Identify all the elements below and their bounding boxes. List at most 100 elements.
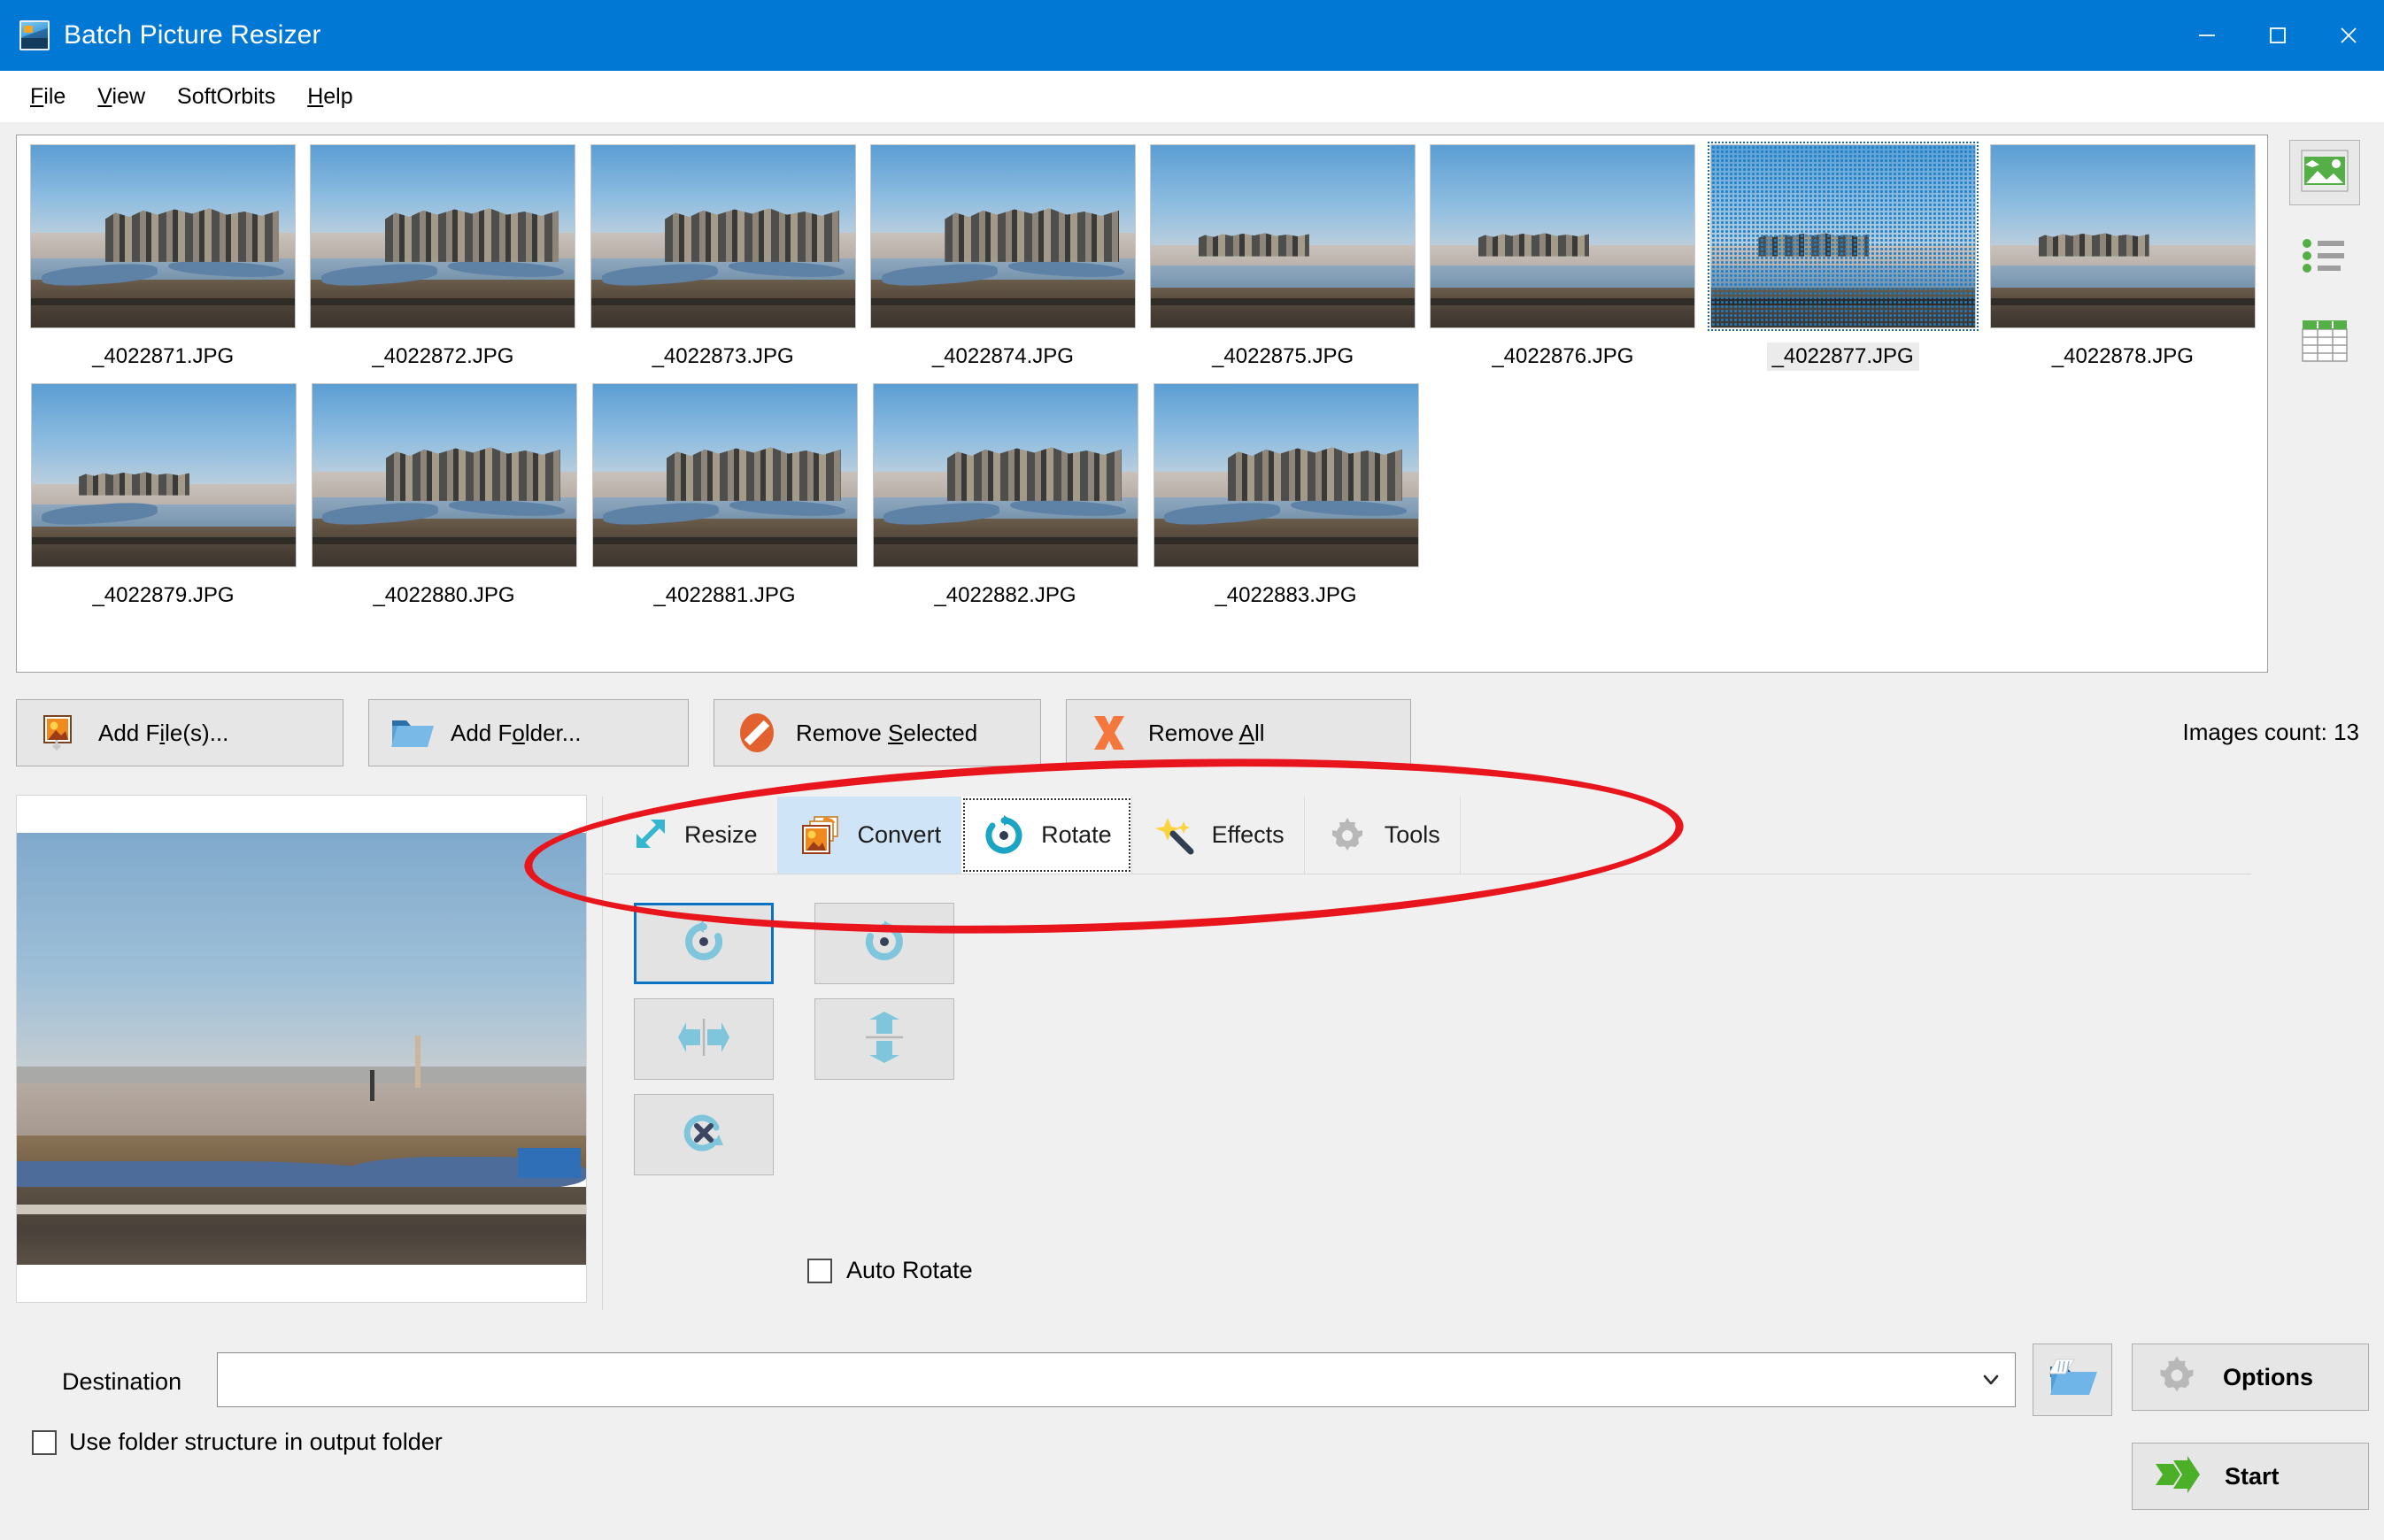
thumbnail-image bbox=[1430, 144, 1696, 328]
auto-rotate-checkbox[interactable] bbox=[807, 1258, 832, 1283]
remove-all-button[interactable]: Remove All bbox=[1066, 699, 1411, 766]
title-bar: Batch Picture Resizer bbox=[0, 0, 2384, 71]
options-button[interactable]: Options bbox=[2132, 1344, 2369, 1411]
list-item[interactable]: _4022883.JPG bbox=[1150, 383, 1422, 610]
thumbnail-caption: _4022875.JPG bbox=[1212, 344, 1354, 368]
options-label: Options bbox=[2223, 1363, 2313, 1390]
add-folder-label: Add Folder... bbox=[451, 719, 582, 746]
use-folder-structure-label: Use folder structure in output folder bbox=[69, 1428, 443, 1455]
green-arrow-icon bbox=[2154, 1455, 2202, 1498]
thumbnail-image bbox=[30, 383, 297, 567]
add-files-button[interactable]: Add File(s)... bbox=[16, 699, 343, 766]
list-item[interactable]: _4022873.JPG bbox=[588, 144, 859, 371]
gear-icon bbox=[1324, 812, 1370, 859]
rotate-icon bbox=[981, 812, 1027, 859]
tab-effects-label: Effects bbox=[1211, 821, 1285, 848]
tab-tools[interactable]: Tools bbox=[1304, 797, 1461, 874]
tab-resize[interactable]: Resize bbox=[605, 797, 778, 874]
tab-tools-label: Tools bbox=[1384, 821, 1440, 848]
tab-rotate[interactable]: Rotate bbox=[961, 797, 1132, 874]
thumbnail-caption: _4022879.JPG bbox=[92, 583, 235, 607]
list-item[interactable]: _4022882.JPG bbox=[869, 383, 1141, 610]
remove-all-label: Remove All bbox=[1148, 719, 1265, 746]
close-button[interactable] bbox=[2313, 0, 2384, 71]
destination-input[interactable] bbox=[218, 1353, 1967, 1406]
list-item[interactable]: _4022875.JPG bbox=[1147, 144, 1418, 371]
list-item[interactable]: _4022872.JPG bbox=[307, 144, 578, 371]
add-folder-button[interactable]: Add Folder... bbox=[368, 699, 689, 766]
auto-rotate-row: Auto Rotate bbox=[807, 1257, 973, 1284]
app-picture-icon bbox=[19, 20, 50, 50]
view-mode-toolbar bbox=[2289, 140, 2369, 375]
destination-combobox[interactable] bbox=[217, 1352, 2016, 1407]
menu-item-view[interactable]: View bbox=[81, 79, 161, 115]
no-rotation-button[interactable] bbox=[634, 1094, 774, 1175]
rotate-options-panel: Auto Rotate bbox=[634, 903, 981, 1283]
tab-convert-label: Convert bbox=[857, 821, 942, 848]
resize-arrows-icon bbox=[624, 812, 670, 859]
start-button[interactable]: Start bbox=[2132, 1443, 2369, 1510]
grid-icon bbox=[2301, 319, 2349, 367]
menu-item-softorbits[interactable]: SoftOrbits bbox=[161, 79, 291, 115]
browse-folder-button[interactable] bbox=[2033, 1344, 2112, 1416]
tab-convert[interactable]: Convert bbox=[777, 797, 962, 874]
tab-effects[interactable]: Effects bbox=[1131, 797, 1305, 874]
rotate-ccw-icon bbox=[679, 917, 729, 971]
thumbnail-caption: _4022878.JPG bbox=[2051, 344, 2194, 368]
thumbnail-image bbox=[1707, 142, 1979, 331]
thumbnail-caption: _4022880.JPG bbox=[373, 583, 515, 607]
no-entry-icon bbox=[734, 710, 780, 756]
list-item[interactable]: _4022881.JPG bbox=[589, 383, 860, 610]
window-title: Batch Picture Resizer bbox=[64, 20, 321, 50]
list-item[interactable]: _4022874.JPG bbox=[868, 144, 1138, 371]
list-item[interactable]: _4022871.JPG bbox=[27, 144, 298, 371]
flip-vertical-button[interactable] bbox=[814, 998, 954, 1080]
operation-tabs: Resize Convert Rotate Effects Tools bbox=[605, 797, 2251, 874]
list-item[interactable]: _4022879.JPG bbox=[27, 383, 299, 610]
view-mode-list-button[interactable] bbox=[2289, 225, 2360, 290]
add-files-label: Add File(s)... bbox=[98, 719, 229, 746]
thumbnail-image bbox=[1989, 144, 2256, 328]
minimize-button[interactable] bbox=[2172, 0, 2242, 71]
rotate-left-button[interactable] bbox=[634, 903, 774, 984]
thumbnail-row-1: _4022871.JPG _4022872.JPG _4022873.JPG _… bbox=[27, 142, 2267, 371]
preview-image bbox=[17, 833, 586, 1265]
image-list[interactable]: _4022871.JPG _4022872.JPG _4022873.JPG _… bbox=[16, 135, 2268, 673]
list-item-selected[interactable]: _4022877.JPG bbox=[1707, 142, 1979, 371]
menu-item-help[interactable]: Help bbox=[291, 79, 368, 115]
window-controls bbox=[2172, 0, 2384, 71]
view-mode-details-button[interactable] bbox=[2289, 310, 2360, 375]
thumbnail-row-2: _4022879.JPG _4022880.JPG _4022881.JPG _… bbox=[27, 383, 2267, 610]
thumbnail-caption: _4022882.JPG bbox=[934, 583, 1076, 607]
thumbnail-image bbox=[30, 144, 297, 328]
thumbnail-caption: _4022881.JPG bbox=[653, 583, 796, 607]
tab-rotate-label: Rotate bbox=[1041, 821, 1112, 848]
red-x-icon bbox=[1086, 710, 1132, 756]
list-item[interactable]: _4022880.JPG bbox=[308, 383, 580, 610]
magic-wand-icon bbox=[1152, 812, 1198, 859]
thumbnail-caption: _4022871.JPG bbox=[92, 344, 235, 368]
thumbnail-caption: _4022874.JPG bbox=[931, 344, 1074, 368]
menu-item-file[interactable]: File bbox=[14, 79, 81, 115]
menu-bar: File View SoftOrbits Help bbox=[0, 71, 2384, 122]
images-count-label: Images count: 13 bbox=[2182, 719, 2359, 745]
browse-folder-icon bbox=[2048, 1356, 2097, 1405]
rotate-cw-icon bbox=[860, 917, 909, 971]
auto-rotate-label: Auto Rotate bbox=[846, 1257, 973, 1283]
picture-add-icon bbox=[36, 710, 82, 756]
remove-selected-button[interactable]: Remove Selected bbox=[714, 699, 1041, 766]
list-item[interactable]: _4022878.JPG bbox=[1987, 144, 2258, 371]
rotate-right-button[interactable] bbox=[814, 903, 954, 984]
list-item[interactable]: _4022876.JPG bbox=[1427, 144, 1698, 371]
thumbnail-image bbox=[591, 383, 858, 567]
destination-label: Destination bbox=[62, 1368, 182, 1395]
start-label: Start bbox=[2225, 1462, 2280, 1490]
maximize-button[interactable] bbox=[2242, 0, 2313, 71]
file-actions-toolbar: Add File(s)... Add Folder... Remove Sele… bbox=[16, 699, 1411, 766]
use-folder-structure-checkbox[interactable] bbox=[32, 1429, 57, 1455]
chevron-down-icon[interactable] bbox=[1967, 1353, 2015, 1406]
flip-horizontal-button[interactable] bbox=[634, 998, 774, 1080]
gear-icon bbox=[2154, 1352, 2200, 1403]
view-mode-thumbnail-button[interactable] bbox=[2289, 140, 2360, 205]
thumbnail-caption: _4022873.JPG bbox=[652, 344, 794, 368]
